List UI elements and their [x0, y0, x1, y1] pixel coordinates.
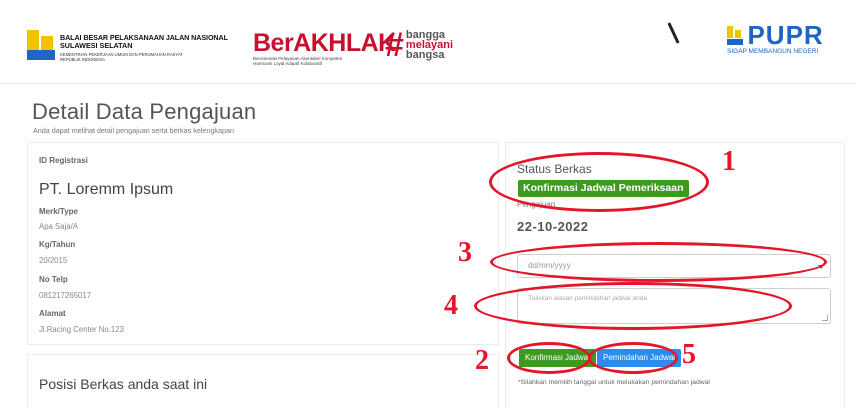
schedule-date: 22-10-2022	[517, 219, 589, 234]
alamat-label: Alamat	[39, 309, 66, 318]
bangga-line-3: bangsa	[405, 49, 445, 61]
pupr-text: PUPR	[747, 20, 824, 50]
pupr-tagline: SIGAP MEMBANGUN NEGERI	[727, 48, 819, 55]
alamat-value: Jl.Racing Center No.123	[39, 325, 124, 334]
pu-logo-icon	[27, 30, 55, 60]
confirm-schedule-button[interactable]: Konfirmasi Jadwal	[519, 349, 596, 367]
berakhlak-logo: BerAKHLAK Berorientasi Pelayanan Akuntab…	[253, 30, 396, 66]
merk-value: Apa Saja/A	[39, 222, 79, 231]
annotation-number-3: 3	[458, 237, 472, 268]
divider-slash-icon	[667, 22, 680, 44]
annotation-number-2: 2	[475, 345, 489, 376]
site-header: BALAI BESAR PELAKSANAAN JALAN NASIONAL S…	[0, 0, 857, 84]
pupr-logo: PUPR	[727, 20, 824, 50]
annotation-number-1: 1	[722, 146, 736, 177]
annotation-number-5: 5	[682, 339, 696, 370]
org-line-2: SULAWESI SELATAN	[60, 41, 133, 50]
reason-textarea[interactable]: Tuliskan alasan pemindahan jadwal anda	[517, 288, 831, 324]
posisi-title: Posisi Berkas anda saat ini	[39, 376, 208, 392]
reschedule-note: *Silahkan memilih tanggal untuk melukaka…	[518, 379, 710, 386]
kg-label: Kg/Tahun	[39, 240, 76, 249]
date-placeholder: dd/mm/yyyy	[528, 261, 571, 270]
org-name: BALAI BESAR PELAKSANAAN JALAN NASIONAL S…	[60, 34, 245, 63]
page-subtitle: Anda dapat melihat detail pengajuan sert…	[33, 126, 234, 135]
merk-label: Merk/Type	[39, 207, 78, 216]
pengajuan-label: Pengajuan	[517, 200, 556, 209]
id-registrasi-label: ID Registrasi	[39, 156, 88, 165]
telp-value: 081217265017	[39, 291, 92, 300]
detail-card	[27, 142, 499, 345]
bangga-melayani-logo: # bangga melayani bangsa	[385, 28, 453, 62]
page-title: Detail Data Pengajuan	[32, 99, 257, 124]
resize-handle-icon[interactable]	[822, 315, 828, 321]
company-name: PT. Loremm Ipsum	[39, 181, 174, 198]
berakhlak-title: BerAKHLAK	[253, 29, 396, 57]
reason-placeholder: Tuliskan alasan pemindahan jadwal anda	[528, 295, 648, 302]
berakhlak-sub-2: Harmonis Loyal Adaptif Kolaboratif	[253, 61, 323, 66]
chevron-down-icon[interactable]	[818, 265, 824, 269]
reschedule-button[interactable]: Pemindahan Jadwal	[597, 349, 682, 367]
status-badge: Konfirmasi Jadwal Pemeriksaan	[518, 180, 689, 197]
telp-label: No Telp	[39, 275, 68, 284]
org-line-4: REPUBLIK INDONESIA	[60, 57, 105, 62]
pupr-mark-icon	[727, 26, 743, 45]
status-label: Status Berkas	[517, 162, 592, 176]
date-input[interactable]: dd/mm/yyyy	[517, 254, 831, 278]
hashtag-icon: #	[385, 26, 404, 64]
annotation-number-4: 4	[444, 290, 458, 321]
kg-value: 20/2015	[39, 256, 68, 265]
